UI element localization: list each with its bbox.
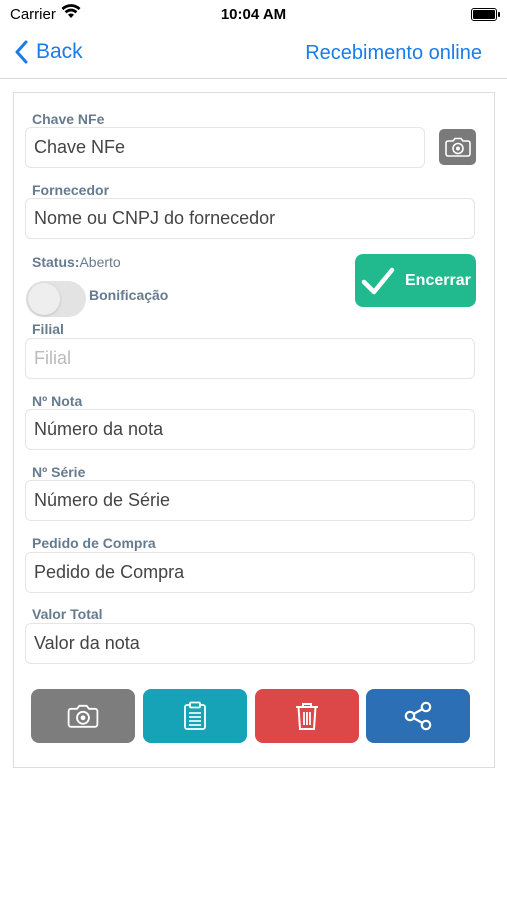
- status-value: Aberto: [79, 254, 121, 270]
- trash-icon: [296, 703, 318, 730]
- serie-input[interactable]: [25, 480, 475, 521]
- share-button[interactable]: [366, 689, 470, 743]
- checkmark-icon: [361, 267, 395, 294]
- nav-title[interactable]: Recebimento online: [305, 42, 482, 65]
- encerrar-label: Encerrar: [405, 271, 471, 289]
- bonificacao-label: Bonificação: [89, 287, 169, 303]
- share-icon: [404, 701, 432, 731]
- pedido-label: Pedido de Compra: [32, 535, 156, 551]
- valor-label: Valor Total: [32, 606, 103, 622]
- clock: 10:04 AM: [220, 6, 287, 23]
- filial-input[interactable]: [25, 338, 475, 379]
- clipboard-icon: [184, 701, 206, 730]
- fornecedor-label: Fornecedor: [32, 182, 110, 198]
- fornecedor-input[interactable]: [25, 198, 475, 239]
- camera-icon: [67, 704, 99, 728]
- camera-button[interactable]: [31, 689, 135, 743]
- navigation-bar: Back Recebimento online: [0, 32, 507, 79]
- camera-icon: [444, 137, 471, 157]
- encerrar-button[interactable]: Encerrar: [355, 254, 476, 307]
- chevron-left-icon: [15, 40, 28, 64]
- scan-camera-button[interactable]: [439, 129, 476, 165]
- chave-label: Chave NFe: [32, 111, 105, 127]
- chave-input[interactable]: [25, 127, 425, 168]
- delete-button[interactable]: [255, 689, 359, 743]
- filial-label: Filial: [32, 321, 64, 337]
- clipboard-button[interactable]: [143, 689, 247, 743]
- valor-input[interactable]: [25, 623, 475, 664]
- nota-input[interactable]: [25, 409, 475, 450]
- pedido-input[interactable]: [25, 552, 475, 593]
- serie-label: Nº Série: [32, 464, 86, 480]
- nota-label: Nº Nota: [32, 393, 83, 409]
- status-bar: Carrier 10:04 AM: [0, 0, 507, 28]
- battery-icon: [471, 8, 500, 21]
- back-button[interactable]: Back: [14, 40, 83, 64]
- bonificacao-toggle[interactable]: [26, 281, 86, 317]
- status-text: Status:Aberto: [32, 254, 121, 270]
- back-label: Back: [36, 40, 83, 63]
- status-key: Status:: [32, 254, 80, 270]
